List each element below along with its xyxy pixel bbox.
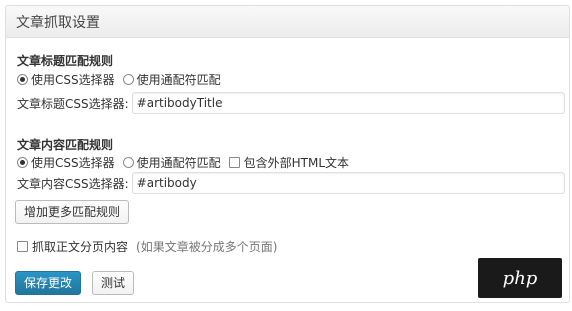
title-selector-row: 文章标题CSS选择器: <box>17 92 565 114</box>
test-button[interactable]: 测试 <box>92 271 135 295</box>
include-outer-html-option[interactable]: 包含外部HTML文本 <box>228 154 350 171</box>
paging-hint: (如果文章被分成多个页面) <box>136 239 278 254</box>
paging-option[interactable]: 抓取正文分页内容 <box>17 238 128 255</box>
title-wildcard-radio[interactable] <box>122 73 134 85</box>
title-option-wildcard[interactable]: 使用通配符匹配 <box>122 71 221 88</box>
save-changes-button[interactable]: 保存更改 <box>15 271 82 295</box>
title-selector-input[interactable] <box>131 92 565 114</box>
paging-label: 抓取正文分页内容 <box>32 239 129 254</box>
content-wildcard-radio[interactable] <box>122 156 134 168</box>
content-selector-label: 文章内容CSS选择器: <box>17 176 129 191</box>
content-css-radio[interactable] <box>17 156 28 168</box>
content-option-wildcard[interactable]: 使用通配符匹配 <box>122 154 221 171</box>
add-more-rules-button[interactable]: 增加更多匹配规则 <box>15 200 130 224</box>
content-wildcard-radio-label: 使用通配符匹配 <box>136 155 221 170</box>
content-option-css[interactable]: 使用CSS选择器 <box>17 154 115 171</box>
panel-title: 文章抓取设置 <box>6 6 569 38</box>
title-selector-label: 文章标题CSS选择器: <box>17 96 129 111</box>
content-css-radio-label: 使用CSS选择器 <box>31 155 115 170</box>
content-selector-input[interactable] <box>131 172 565 194</box>
content-rule-options: 使用CSS选择器 使用通配符匹配 包含外部HTML文本 <box>17 153 357 171</box>
title-wildcard-radio-label: 使用通配符匹配 <box>136 72 221 87</box>
title-option-css[interactable]: 使用CSS选择器 <box>17 71 115 88</box>
content-selector-row: 文章内容CSS选择器: <box>17 172 565 194</box>
content-rule-heading: 文章内容匹配规则 <box>17 138 114 152</box>
title-rule-heading: 文章标题匹配规则 <box>17 54 114 68</box>
paging-checkbox[interactable] <box>17 240 28 252</box>
title-css-radio[interactable] <box>17 73 28 85</box>
php-watermark-logo: php <box>478 258 562 298</box>
include-outer-html-checkbox[interactable] <box>228 156 240 168</box>
title-css-radio-label: 使用CSS选择器 <box>31 72 115 87</box>
paging-row: 抓取正文分页内容 (如果文章被分成多个页面) <box>17 237 277 255</box>
include-outer-html-label: 包含外部HTML文本 <box>243 155 350 170</box>
title-rule-options: 使用CSS选择器 使用通配符匹配 <box>17 70 229 88</box>
